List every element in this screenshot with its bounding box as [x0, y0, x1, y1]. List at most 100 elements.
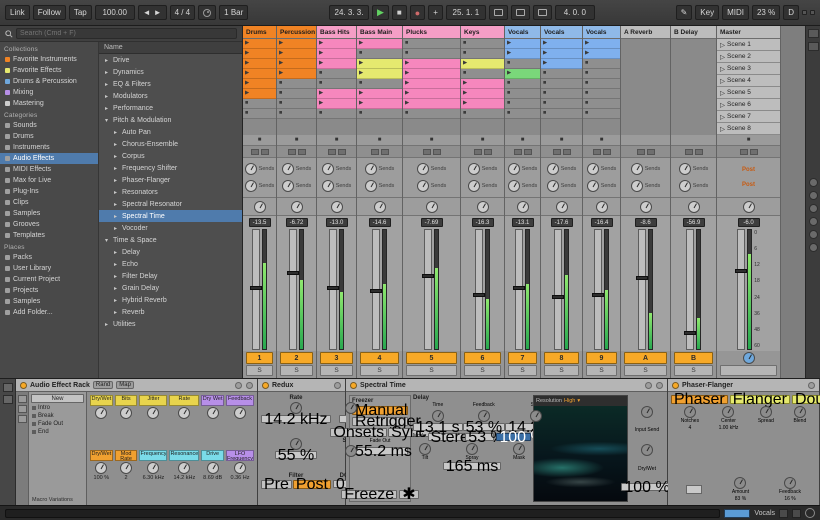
sidebar-item[interactable]: Max for Live [0, 175, 98, 186]
send-b-knob[interactable] [679, 180, 691, 192]
sidebar-item[interactable]: Favorite Instruments [0, 54, 98, 65]
loop-length-field[interactable]: 4. 0. 0 [555, 5, 595, 20]
clip-launch-icon[interactable]: ▶ [463, 81, 467, 87]
arrangement-position-field[interactable]: 24. 3. 3. [329, 5, 369, 20]
track-activator-button[interactable]: A [624, 352, 667, 364]
device-tree-item[interactable]: ▸ Spectral Time [99, 210, 242, 222]
jitter-value[interactable]: 55 % [275, 451, 317, 459]
clip-slot[interactable]: ▶ [357, 59, 402, 69]
macro-knob[interactable] [147, 407, 159, 419]
param-knob[interactable] [794, 406, 806, 418]
master-volume-value[interactable]: -6.0 [738, 218, 760, 227]
hot-swap-icon[interactable] [808, 382, 815, 389]
clip-view-selector-icon[interactable] [3, 383, 13, 392]
track-io-section[interactable] [671, 146, 716, 158]
send-a-knob[interactable] [547, 163, 559, 175]
expand-arrow-icon[interactable]: ▸ [103, 81, 110, 88]
clip-slot[interactable]: ■ [277, 79, 316, 89]
clip-launch-icon[interactable]: ▶ [405, 81, 409, 87]
send-b-knob[interactable] [417, 180, 429, 192]
sidebar-item[interactable]: Mixing [0, 87, 98, 98]
sidebar-item[interactable]: Packs [0, 252, 98, 263]
solo-button[interactable]: S [406, 365, 457, 376]
clip-slot[interactable]: ▶ [541, 49, 582, 59]
volume-fader[interactable] [686, 229, 694, 350]
track-header[interactable]: Vocals [505, 26, 540, 39]
device-tree-item[interactable]: ▸ Auto Pan [99, 126, 242, 138]
stop-all-clips-button[interactable]: ■ [717, 135, 780, 146]
clip-launch-icon[interactable]: ■ [279, 101, 282, 107]
clip-slot[interactable]: ■ [505, 79, 540, 89]
track-header[interactable]: Plucks [403, 26, 460, 39]
clip-slot[interactable]: ▶ [317, 59, 356, 69]
macro-value[interactable]: 8.69 dB [203, 475, 222, 481]
device-power-icon[interactable] [20, 382, 27, 389]
clip-launch-icon[interactable]: ■ [543, 71, 546, 77]
device-detail-toggle-icon[interactable] [792, 509, 801, 518]
expand-arrow-icon[interactable]: ▸ [112, 165, 119, 172]
clip-slot[interactable]: ▶ [277, 39, 316, 49]
clip-overview-thumbnail[interactable] [724, 509, 750, 518]
param-value[interactable]: 4 [689, 426, 692, 432]
volume-fader[interactable] [594, 229, 602, 350]
volume-value[interactable]: -8.6 [635, 218, 657, 227]
send-b-knob[interactable] [322, 180, 334, 192]
freeze-button[interactable]: Freeze [341, 490, 397, 499]
clip-slot[interactable]: ▶ [357, 69, 402, 79]
param-knob[interactable] [684, 406, 696, 418]
time-knob[interactable] [432, 410, 444, 422]
variation-item[interactable]: Break [29, 412, 86, 420]
send-a-knob[interactable] [417, 163, 429, 175]
clip-slot[interactable]: ▶ [461, 79, 504, 89]
track-io-section[interactable] [243, 146, 276, 158]
expand-arrow-icon[interactable]: ▸ [103, 93, 110, 100]
stop-all-clips-icon[interactable]: ■ [335, 137, 339, 143]
master-volume-fader[interactable] [737, 229, 745, 350]
mode-button[interactable]: Phaser [671, 395, 728, 404]
sidebar-item[interactable]: Clips [0, 197, 98, 208]
device-view-selector-icon[interactable] [3, 395, 13, 404]
volume-fader[interactable] [475, 229, 483, 350]
overdub-button[interactable]: + [428, 5, 443, 20]
sidebar-item[interactable]: Projects [0, 285, 98, 296]
expand-arrow-icon[interactable]: ▸ [112, 261, 119, 268]
clip-slot[interactable]: ▶ [317, 49, 356, 59]
sidebar-item[interactable]: Audio Effects [0, 153, 98, 164]
expand-arrow-icon[interactable]: ▸ [112, 141, 119, 148]
clip-launch-icon[interactable]: ▶ [405, 101, 409, 107]
show-sends-toggle-icon[interactable] [809, 191, 818, 200]
device-tree-item[interactable]: ▾ Time & Space [99, 234, 242, 246]
expand-arrow-icon[interactable]: ▸ [103, 57, 110, 64]
expand-arrow-icon[interactable]: ▸ [112, 297, 119, 304]
scene-launch-icon[interactable]: ▷ [720, 65, 725, 73]
clip-launch-icon[interactable]: ▶ [463, 91, 467, 97]
volume-fader[interactable] [515, 229, 523, 350]
device-tree-item[interactable]: ▸ Frequency Shifter [99, 162, 242, 174]
send-b-knob[interactable] [282, 180, 294, 192]
drywet-value[interactable]: 100 % [621, 483, 672, 491]
clip-launch-icon[interactable]: ■ [585, 81, 588, 87]
clip-slot[interactable]: ■ [461, 109, 504, 119]
show-track-delay-toggle-icon[interactable] [809, 230, 818, 239]
show-returns-toggle-icon[interactable] [809, 204, 818, 213]
track-header[interactable]: A Reverb [621, 26, 670, 39]
clip-slot[interactable]: ▶ [277, 69, 316, 79]
track-header[interactable]: Vocals [583, 26, 620, 39]
pan-knob[interactable] [640, 201, 652, 213]
solo-button[interactable]: S [544, 365, 579, 376]
expand-arrow-icon[interactable]: ▸ [112, 201, 119, 208]
stop-button[interactable]: ■ [392, 5, 407, 20]
clip-launch-icon[interactable]: ▶ [319, 91, 323, 97]
clip-slot[interactable]: ▶ [403, 69, 460, 79]
scene-launch-icon[interactable]: ▷ [720, 53, 725, 61]
send-b-knob[interactable] [631, 180, 643, 192]
spray-value[interactable]: 165 ms [443, 462, 501, 470]
mode-value[interactable]: Stereo [428, 433, 464, 441]
send-b-knob[interactable] [468, 180, 480, 192]
drywet-knob[interactable] [641, 444, 653, 456]
sidebar-item[interactable]: MIDI Effects [0, 164, 98, 175]
clip-launch-icon[interactable]: ▶ [507, 51, 511, 57]
device-tree-item[interactable]: ▸ Performance [99, 102, 242, 114]
master-fader-thumb[interactable] [735, 269, 747, 273]
clip-stop-row[interactable]: ■ [541, 135, 582, 146]
